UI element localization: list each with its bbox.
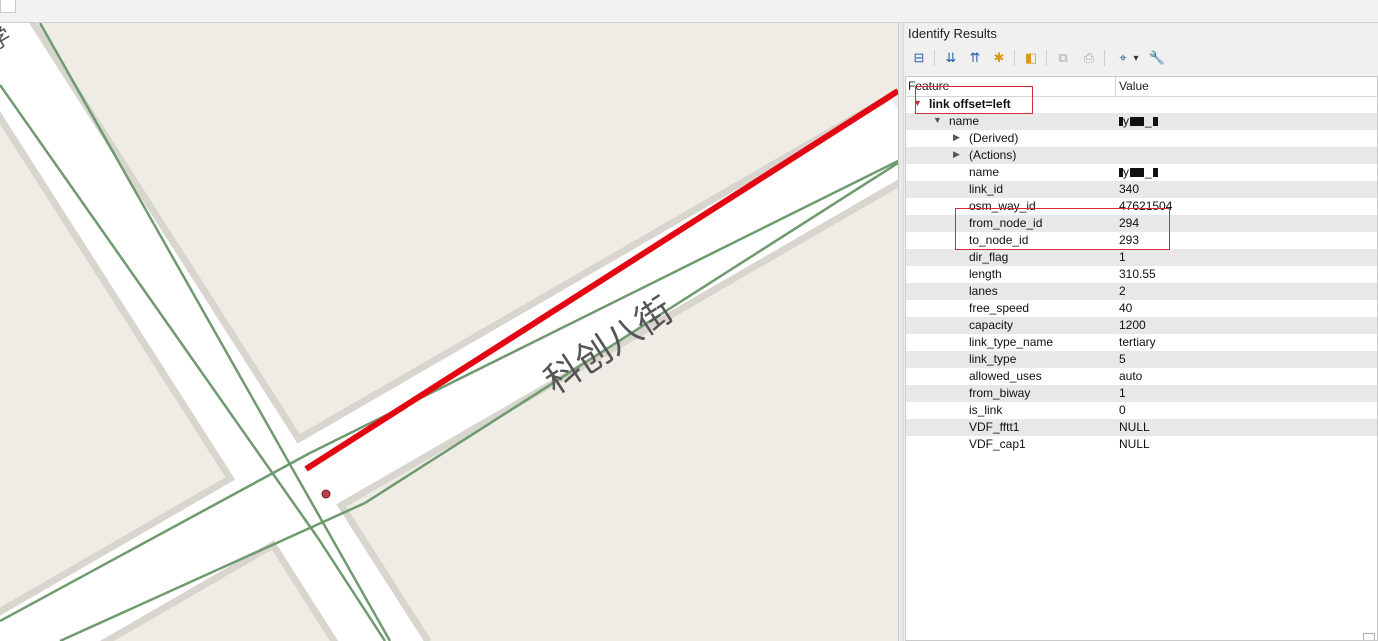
attribute-key: VDF_fftt1	[969, 420, 1020, 434]
attribute-key: allowed_uses	[969, 369, 1042, 383]
attribute-value: 294	[1119, 216, 1140, 230]
print-icon[interactable]: ⎙	[1080, 49, 1098, 67]
feature-value: y _	[1119, 114, 1158, 128]
toolbar-separator	[934, 50, 935, 66]
map-canvas[interactable]: 科创八街 学	[0, 23, 898, 641]
attribute-row[interactable]: link_type 5	[906, 351, 1377, 368]
attribute-key: length	[969, 267, 1002, 281]
attribute-value: 1200	[1119, 318, 1146, 332]
toolbar-separator	[1046, 50, 1047, 66]
attribute-key: link_id	[969, 182, 1004, 196]
layer-row[interactable]: ▼ link offset=left	[906, 96, 1377, 113]
clear-highlights-icon[interactable]: ◧	[1022, 49, 1040, 67]
link-line-b	[0, 84, 320, 539]
header-divider[interactable]	[1115, 77, 1116, 96]
derived-row[interactable]: ▶ (Derived)	[906, 130, 1377, 147]
attribute-value: NULL	[1119, 420, 1150, 434]
attribute-value: 5	[1119, 352, 1126, 366]
attribute-key: from_biway	[969, 386, 1031, 400]
attribute-row[interactable]: name y _	[906, 164, 1377, 181]
attribute-value: y _	[1119, 165, 1158, 179]
actions-row[interactable]: ▶ (Actions)	[906, 147, 1377, 164]
attribute-row[interactable]: osm_way_id 47621504	[906, 198, 1377, 215]
node-point[interactable]	[321, 489, 331, 499]
results-tree[interactable]: Feature Value ▼ link offset=left ▼ name …	[905, 76, 1378, 641]
attribute-key: lanes	[969, 284, 998, 298]
derived-label: (Derived)	[969, 131, 1019, 145]
attribute-key: free_speed	[969, 301, 1030, 315]
attribute-key: from_node_id	[969, 216, 1043, 230]
collapse-arrow-icon[interactable]: ▼	[913, 98, 922, 108]
attribute-key: link_type_name	[969, 335, 1054, 349]
attribute-value: 340	[1119, 182, 1140, 196]
collapse-arrow-icon[interactable]: ▼	[933, 115, 942, 125]
settings-wrench-icon[interactable]: 🔧	[1148, 49, 1166, 67]
header-value[interactable]: Value	[1119, 79, 1149, 93]
attribute-key: is_link	[969, 403, 1003, 417]
attribute-row[interactable]: link_type_name tertiary	[906, 334, 1377, 351]
attribute-value: NULL	[1119, 437, 1150, 451]
expand-new-icon[interactable]: ✱	[990, 49, 1008, 67]
attribute-row[interactable]: lanes 2	[906, 283, 1377, 300]
toolbar-separator	[1104, 50, 1105, 66]
attribute-row[interactable]: is_link 0	[906, 402, 1377, 419]
tree-header: Feature Value	[906, 77, 1377, 97]
attribute-value: 47621504	[1119, 199, 1173, 213]
top-toolbar-strip	[0, 0, 1378, 23]
attribute-key: name	[969, 165, 1000, 179]
map-svg: 科创八街 学	[0, 23, 898, 641]
window-tab[interactable]	[0, 0, 16, 13]
attribute-key: VDF_cap1	[969, 437, 1026, 451]
feature-row[interactable]: ▼ name y _	[906, 113, 1377, 130]
collapse-all-icon[interactable]: ⇈	[966, 49, 984, 67]
expand-all-icon[interactable]: ⇊	[942, 49, 960, 67]
attribute-value: tertiary	[1119, 335, 1156, 349]
attribute-row[interactable]: free_speed 40	[906, 300, 1377, 317]
attribute-key: dir_flag	[969, 250, 1009, 264]
attribute-value: 310.55	[1119, 267, 1156, 281]
toolbar-separator	[1014, 50, 1015, 66]
resize-grip[interactable]	[1363, 633, 1375, 640]
attribute-key: osm_way_id	[969, 199, 1036, 213]
expand-arrow-icon[interactable]: ▶	[953, 132, 960, 143]
attribute-key: capacity	[969, 318, 1014, 332]
attribute-key: to_node_id	[969, 233, 1029, 247]
attribute-value: 40	[1119, 301, 1133, 315]
header-feature[interactable]: Feature	[908, 79, 949, 93]
dropdown-chevron-icon[interactable]: ▾	[1130, 49, 1142, 67]
layer-name: link offset=left	[929, 97, 1011, 111]
attribute-row[interactable]: length 310.55	[906, 266, 1377, 283]
identify-results-panel: Identify Results ⊟ ⇊ ⇈ ✱ ◧ ⧉ ⎙ ⌖ ▾ 🔧 Fea…	[904, 23, 1378, 641]
attribute-row[interactable]: VDF_fftt1 NULL	[906, 419, 1377, 436]
attribute-value: auto	[1119, 369, 1143, 383]
attribute-row[interactable]: from_node_id 294	[906, 215, 1377, 232]
attribute-row[interactable]: dir_flag 1	[906, 249, 1377, 266]
expand-tree-icon[interactable]: ⊟	[910, 49, 928, 67]
attribute-value: 2	[1119, 284, 1126, 298]
feature-label: name	[949, 114, 980, 128]
attribute-row[interactable]: allowed_uses auto	[906, 368, 1377, 385]
attribute-row[interactable]: to_node_id 293	[906, 232, 1377, 249]
attribute-row[interactable]: capacity 1200	[906, 317, 1377, 334]
attribute-value: 0	[1119, 403, 1126, 417]
identify-toolbar: ⊟ ⇊ ⇈ ✱ ◧ ⧉ ⎙ ⌖ ▾ 🔧	[908, 47, 1368, 69]
actions-label: (Actions)	[969, 148, 1017, 162]
attribute-key: link_type	[969, 352, 1017, 366]
panel-title: Identify Results	[908, 26, 997, 41]
attribute-row[interactable]: link_id 340	[906, 181, 1377, 198]
attribute-value: 1	[1119, 250, 1126, 264]
expand-arrow-icon[interactable]: ▶	[953, 149, 960, 160]
attribute-value: 1	[1119, 386, 1126, 400]
attribute-row[interactable]: from_biway 1	[906, 385, 1377, 402]
selected-link-highlight[interactable]	[304, 88, 898, 472]
attribute-row[interactable]: VDF_cap1 NULL	[906, 436, 1377, 453]
copy-feature-icon[interactable]: ⧉	[1054, 49, 1072, 67]
attribute-value: 293	[1119, 233, 1140, 247]
